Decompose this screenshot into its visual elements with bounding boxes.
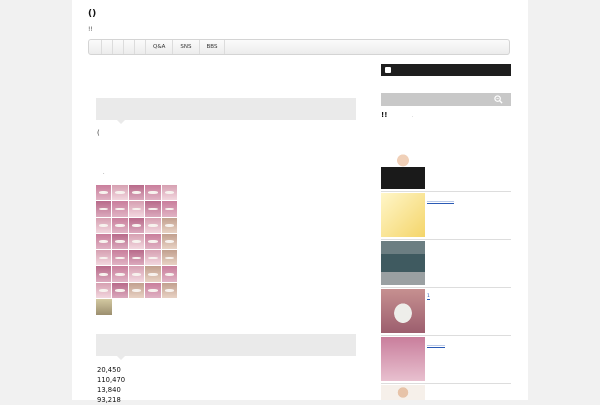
- collage-cell: [96, 233, 112, 250]
- collage-cell: [145, 266, 161, 282]
- article-link[interactable]: ________: [427, 342, 445, 348]
- collage-cell: [128, 233, 145, 250]
- site-title[interactable]: (): [88, 9, 96, 19]
- collage-cell: [96, 201, 112, 217]
- collage-cell: [128, 266, 145, 282]
- collage-cell: [161, 282, 177, 298]
- site-tagline: !!: [88, 26, 93, 33]
- main-nav: Q&A SNS BBS: [88, 39, 510, 55]
- nav-item-4[interactable]: [124, 40, 135, 54]
- nav-item-sns[interactable]: SNS: [173, 40, 200, 54]
- nav-item-2[interactable]: [102, 40, 113, 54]
- sidebar-article[interactable]: ____________: [381, 193, 511, 240]
- sidebar-article[interactable]: 1: [381, 289, 511, 336]
- collage-cell: [112, 217, 128, 233]
- collage-cell: [96, 282, 112, 298]
- collage-cell: [96, 266, 112, 282]
- collage-cell: [128, 282, 145, 298]
- post-note: .: [103, 170, 105, 176]
- post-title-bar: [96, 98, 356, 124]
- collage-cell: [145, 282, 161, 298]
- sidebar-heading-note: .: [412, 113, 414, 118]
- collage-cell: [112, 266, 128, 282]
- collage-cell: [128, 201, 145, 217]
- sidebar-article[interactable]: [381, 145, 511, 192]
- article-thumbnail[interactable]: [381, 385, 425, 400]
- sidebar-article[interactable]: ________: [381, 337, 511, 384]
- section-title-bar: [96, 334, 356, 360]
- sidebar-article[interactable]: [381, 385, 511, 400]
- stats-list: 20,450 110,470 13,840 93,218: [97, 365, 125, 405]
- article-thumbnail[interactable]: [381, 193, 425, 237]
- collage-cell: [145, 217, 161, 233]
- collage-cell: [112, 233, 128, 250]
- collage-cell: [96, 250, 112, 266]
- collage-cell: [128, 250, 145, 266]
- collage-cell: [145, 185, 161, 201]
- collage-cell: [161, 233, 177, 250]
- collage-cell: [128, 185, 145, 201]
- search-icon[interactable]: [494, 95, 503, 104]
- teeth-collage-image[interactable]: [96, 185, 177, 298]
- collage-cell: [145, 233, 161, 250]
- search-bar[interactable]: [381, 93, 511, 106]
- nav-item-qa[interactable]: Q&A: [146, 40, 174, 54]
- stat-value: 20,450: [97, 366, 121, 374]
- collage-cell: [145, 250, 161, 266]
- stat-value: 110,470: [97, 376, 126, 384]
- collage-cell: [112, 282, 128, 298]
- collage-cell: [96, 217, 112, 233]
- collage-cell: [161, 217, 177, 233]
- article-thumbnail[interactable]: [381, 289, 425, 333]
- nav-item-3[interactable]: [113, 40, 124, 54]
- post-text: (: [97, 129, 100, 137]
- nav-item-5[interactable]: [135, 40, 146, 54]
- rss-bar[interactable]: [381, 64, 511, 76]
- collage-cell: [161, 266, 177, 282]
- collage-cell: [161, 250, 177, 266]
- article-thumbnail[interactable]: [381, 241, 425, 285]
- sidebar-heading: !!: [381, 111, 388, 119]
- nav-item-bbs[interactable]: BBS: [200, 40, 226, 54]
- article-link[interactable]: 1: [427, 294, 430, 300]
- collage-cell: [128, 217, 145, 233]
- sidebar-article[interactable]: [381, 241, 511, 288]
- collage-cell: [161, 201, 177, 217]
- nav-item-home[interactable]: [89, 40, 102, 54]
- collage-cell: [112, 250, 128, 266]
- collage-cell: [96, 185, 112, 201]
- small-thumbnail-image[interactable]: [96, 299, 112, 315]
- article-thumbnail[interactable]: [381, 337, 425, 381]
- article-thumbnail[interactable]: [381, 145, 425, 189]
- collage-cell: [112, 185, 128, 201]
- stat-value: 13,840: [97, 386, 121, 394]
- collage-cell: [112, 201, 128, 217]
- stat-value: 93,218: [97, 396, 121, 404]
- collage-cell: [145, 201, 161, 217]
- rss-icon[interactable]: [385, 67, 391, 73]
- article-link[interactable]: ____________: [427, 198, 454, 204]
- collage-cell: [161, 185, 177, 201]
